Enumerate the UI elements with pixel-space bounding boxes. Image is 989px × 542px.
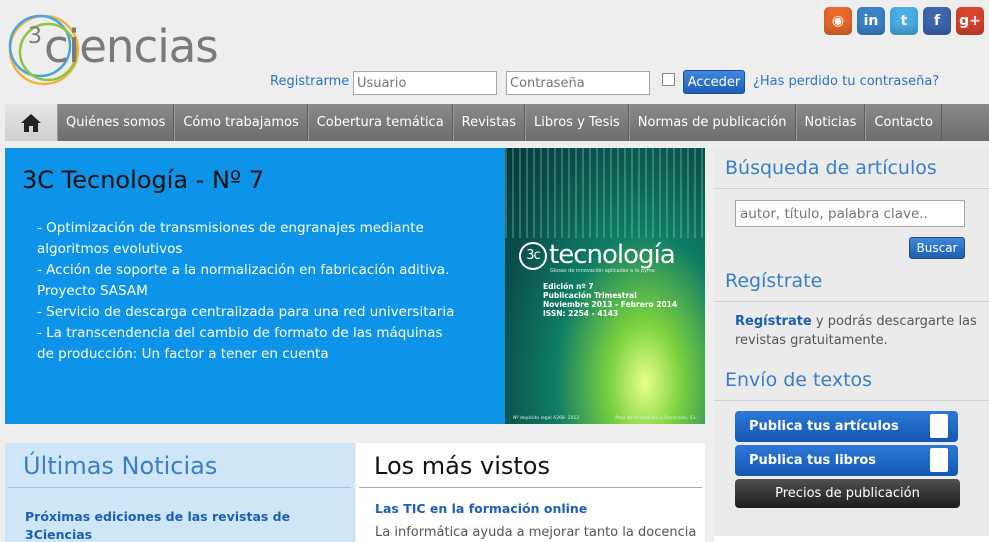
banner-list-item[interactable]: - Servicio de descarga centralizada para… <box>37 302 457 323</box>
banner-list-item[interactable]: - La transcendencia del cambio de format… <box>37 323 457 365</box>
sidebar-divider <box>714 188 989 189</box>
googleplus-icon[interactable]: g+ <box>956 7 984 35</box>
cover-badge: 3c <box>519 241 547 270</box>
publish-articles-button[interactable]: Publica tus artículos <box>735 411 958 442</box>
search-button[interactable]: Buscar <box>909 237 965 259</box>
twitter-icon[interactable]: t <box>890 7 918 35</box>
home-icon <box>21 113 41 132</box>
site-logo[interactable]: 3 ciencias <box>4 4 244 94</box>
nav-item-2[interactable]: Cómo trabajamos <box>174 104 308 141</box>
publish-books-button[interactable]: Publica tus libros <box>735 445 958 476</box>
sidebar-divider <box>714 301 989 302</box>
nav-home[interactable] <box>5 104 57 141</box>
register-link[interactable]: Registrarme <box>270 74 349 89</box>
login-button[interactable]: Acceder <box>683 70 745 94</box>
publish-articles-label: Publica tus artículos <box>749 419 899 434</box>
logo-text: ciencias <box>44 20 219 73</box>
register-inline-link[interactable]: Regístrate <box>735 314 812 329</box>
most-viewed-title: Los más vistos <box>374 452 550 480</box>
submit-title: Envío de textos <box>725 369 873 391</box>
nav-item-7[interactable]: Noticias <box>795 104 866 141</box>
banner-list-item[interactable]: - Optimización de transmisiones de engra… <box>37 218 457 260</box>
magazine-cover[interactable]: 3c tecnología Glosas de innovación aplica… <box>505 148 705 424</box>
sidebar-next-panel <box>714 536 989 542</box>
nav-item-1[interactable]: Quiénes somos <box>57 104 175 141</box>
cover-title-text: tecnología <box>549 240 676 270</box>
nav-item-6[interactable]: Normas de publicación <box>628 104 796 141</box>
search-title: Búsqueda de artículos <box>725 157 937 179</box>
document-icon <box>930 414 948 438</box>
article-search-input[interactable] <box>735 200 965 227</box>
cover-edition: Edición nº 7 <box>543 282 594 291</box>
register-title: Regístrate <box>725 270 823 292</box>
nav-item-3[interactable]: Cobertura temática <box>307 104 453 141</box>
news-divider <box>8 487 351 488</box>
cover-info: Edición nº 7 Publicación Trimestral Novi… <box>543 282 677 318</box>
most-viewed-snippet: La informática ayuda a mejorar tanto la … <box>375 525 697 540</box>
remember-checkbox[interactable] <box>662 73 675 86</box>
register-text: Regístrate y podrás descargarte las revi… <box>735 312 980 350</box>
social-links: ◉ in t f g+ <box>824 7 984 37</box>
linkedin-icon[interactable]: in <box>857 7 885 35</box>
news-panel: Últimas Noticias Próximas ediciones de l… <box>5 443 355 542</box>
sidebar-divider <box>714 400 989 401</box>
prices-button[interactable]: Precios de publicación <box>735 479 960 508</box>
cover-frequency: Publicación Trimestral <box>543 291 637 300</box>
nav-item-5[interactable]: Libros y Tesis <box>525 104 629 141</box>
facebook-icon[interactable]: f <box>923 7 951 35</box>
news-item-link[interactable]: Próximas ediciones de las revistas de 3C… <box>25 508 295 542</box>
publish-books-label: Publica tus libros <box>749 453 877 468</box>
nav-item-4[interactable]: Revistas <box>452 104 526 141</box>
cover-foot-left: Nº depósito legal A268- 2012 <box>513 416 580 421</box>
cover-foot-right: Área de Innovación y Desarrollo, S.L. <box>615 416 698 421</box>
cover-period: Noviembre 2013 - Febrero 2014 <box>543 300 678 309</box>
password-input[interactable] <box>506 71 650 95</box>
rss-icon[interactable]: ◉ <box>824 7 852 35</box>
forgot-password-link[interactable]: ¿Has perdido tu contraseña? <box>753 74 939 89</box>
news-title: Últimas Noticias <box>23 452 218 480</box>
cover-footer: Nº depósito legal A268- 2012 Área de Inn… <box>513 416 698 421</box>
cover-stripes <box>505 148 705 238</box>
most-viewed-panel: Los más vistos Las TIC en la formación o… <box>356 443 705 542</box>
banner-list-item[interactable]: - Acción de soporte a la normalización e… <box>37 260 457 302</box>
logo-superscript: 3 <box>28 24 42 49</box>
banner-list: - Optimización de transmisiones de engra… <box>37 218 457 365</box>
username-input[interactable] <box>353 71 497 95</box>
cover-subtitle: Glosas de innovación aplicadas a la pyme <box>550 268 655 274</box>
nav-item-8[interactable]: Contacto <box>865 104 942 141</box>
most-viewed-divider <box>359 487 702 488</box>
featured-banner[interactable]: 3C Tecnología - Nº 7 - Optimización de t… <box>5 148 705 424</box>
most-viewed-item-link[interactable]: Las TIC en la formación online <box>375 501 587 516</box>
banner-title: 3C Tecnología - Nº 7 <box>22 166 265 194</box>
cover-title: 3c tecnología <box>519 240 676 270</box>
cover-issn: ISSN: 2254 - 4143 <box>543 309 619 318</box>
main-nav: Quiénes somos Cómo trabajamos Cobertura te… <box>5 104 989 141</box>
sidebar: Búsqueda de artículos Buscar Regístrate … <box>714 148 989 542</box>
book-icon <box>930 448 948 472</box>
